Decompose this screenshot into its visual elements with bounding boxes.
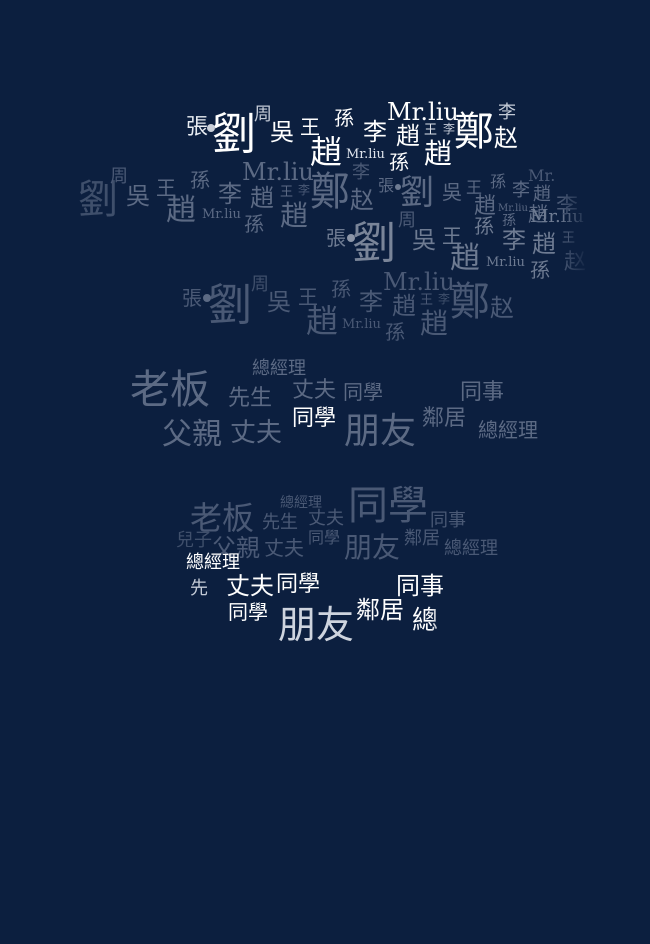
- word-wang-small: 王: [424, 123, 438, 138]
- word-tongshi: 同事: [460, 380, 505, 405]
- fade-edge: [560, 160, 590, 290]
- word-sun: 孫: [334, 106, 354, 130]
- word-zhao-c: 趙: [424, 137, 453, 170]
- word-li2: 李: [502, 226, 526, 254]
- word-zheng: 鄭: [310, 169, 350, 215]
- word-sun: 孫: [331, 277, 351, 301]
- word-zongjingli2: 總經理: [478, 418, 538, 442]
- word-wu: 吳: [126, 182, 150, 210]
- word-cloud-canvas: 張 劉 周 吳 王 孫 趙 Mr.liu 李 Mr.liu 趙 王 李 孫 趙 …: [0, 0, 650, 944]
- word-sun: 孫: [190, 168, 210, 192]
- word-mrliu-small: Mr.liu: [342, 317, 381, 332]
- word-tongxue2: 同學: [228, 600, 268, 624]
- word-zheng: 鄭: [454, 109, 494, 155]
- word-mrliu-small: Mr.liu: [202, 207, 241, 222]
- word-sun-b: 孫: [385, 320, 405, 344]
- word-tongxue: 同學: [276, 572, 321, 597]
- word-li-top: 李: [352, 162, 370, 183]
- word-zhang2: 張: [326, 226, 346, 250]
- word-linju: 鄰居: [404, 528, 440, 549]
- word-zhangfu: 丈夫: [308, 508, 344, 529]
- word-zhao-simpl: 赵: [494, 124, 518, 152]
- word-fuqin: 父親: [162, 417, 222, 452]
- word-linju: 鄰居: [422, 406, 467, 431]
- word-li: 李: [218, 180, 242, 208]
- word-mrliu: Mr.liu: [383, 268, 455, 296]
- word-zhangfu2: 丈夫: [230, 418, 283, 448]
- word-mrliu: Mr.liu: [387, 98, 459, 126]
- word-zhao-b: 趙: [250, 184, 274, 212]
- word-li-c: 李: [498, 102, 516, 123]
- word-li-small: 李: [438, 292, 451, 306]
- word-xiansheng: 先生: [262, 512, 298, 533]
- word-tongxue: 同學: [343, 380, 383, 404]
- word-mrliu-far: Mr.: [528, 166, 556, 185]
- word-xiansheng: 先生: [228, 386, 273, 411]
- word-li: 李: [359, 288, 383, 316]
- word-tongshi: 同事: [396, 572, 444, 600]
- word-linju: 鄰居: [356, 596, 404, 624]
- word-zhangfu: 丈夫: [292, 378, 337, 403]
- word-wang-small: 王: [280, 185, 294, 200]
- word-zhao: 趙: [310, 133, 343, 171]
- word-zhang: 張: [182, 286, 202, 310]
- word-erzi: 兒子: [176, 530, 212, 551]
- word-zhao-simpl: 赵: [490, 294, 514, 322]
- word-pengyou: 朋友: [344, 531, 401, 564]
- word-laoban: 老板: [130, 367, 210, 413]
- word-zhangfu: 丈夫: [226, 572, 274, 600]
- word-wu: 吳: [267, 288, 291, 316]
- word-li-small: 李: [298, 183, 311, 197]
- word-wang-small: 王: [420, 293, 434, 308]
- word-zongjingli: 總經理: [186, 552, 240, 573]
- word-li: 李: [363, 118, 387, 146]
- word-zheng: 鄭: [450, 279, 490, 325]
- word-tongxue-small: 同學: [308, 528, 341, 547]
- word-mrliu2: Mr.liu: [486, 255, 525, 270]
- word-liu: 劉: [208, 280, 252, 331]
- word-tongxue-bright: 同學: [292, 406, 337, 431]
- word-mrliu: Mr.liu: [242, 158, 314, 186]
- word-zhao-b: 趙: [396, 122, 420, 150]
- word-zhao-b: 趙: [392, 292, 416, 320]
- word-sun2: 孫: [474, 214, 494, 238]
- word-tongxue-big: 同學: [348, 483, 428, 529]
- word-liu2: 劉: [352, 218, 396, 269]
- word-wu: 吳: [270, 118, 294, 146]
- word-liu: 劉: [212, 109, 256, 160]
- word-sun2b: 孫: [530, 258, 550, 282]
- word-sun-b: 孫: [389, 150, 409, 174]
- word-pengyou: 朋友: [344, 411, 417, 452]
- word-zhang: 張: [186, 115, 209, 140]
- word-sun-r: 孫: [490, 172, 507, 191]
- word-sun-b: 孫: [244, 212, 264, 236]
- word-zhao: 趙: [166, 193, 196, 228]
- word-pengyou: 朋友: [278, 603, 355, 647]
- word-zhao-simpl: 赵: [350, 186, 374, 214]
- word-wu2: 吳: [412, 226, 436, 254]
- word-zhangfu2: 丈夫: [264, 536, 304, 560]
- word-wu-r: 吳: [442, 180, 462, 204]
- fade-edge: [430, 596, 454, 644]
- word-zhao: 趙: [306, 302, 339, 340]
- word-zhao2b: 趙: [532, 230, 556, 258]
- word-zongjingli2: 總經理: [444, 538, 498, 559]
- word-liu: 劉: [400, 173, 434, 213]
- word-mrliu-small: Mr.liu: [346, 147, 385, 162]
- word-xiansheng-frag: 先: [190, 578, 208, 599]
- word-zhang: 張: [378, 176, 395, 195]
- word-zongjingli: 總經理: [252, 358, 306, 379]
- word-zhao-c: 趙: [420, 307, 449, 340]
- word-zhao-c: 趙: [280, 199, 309, 232]
